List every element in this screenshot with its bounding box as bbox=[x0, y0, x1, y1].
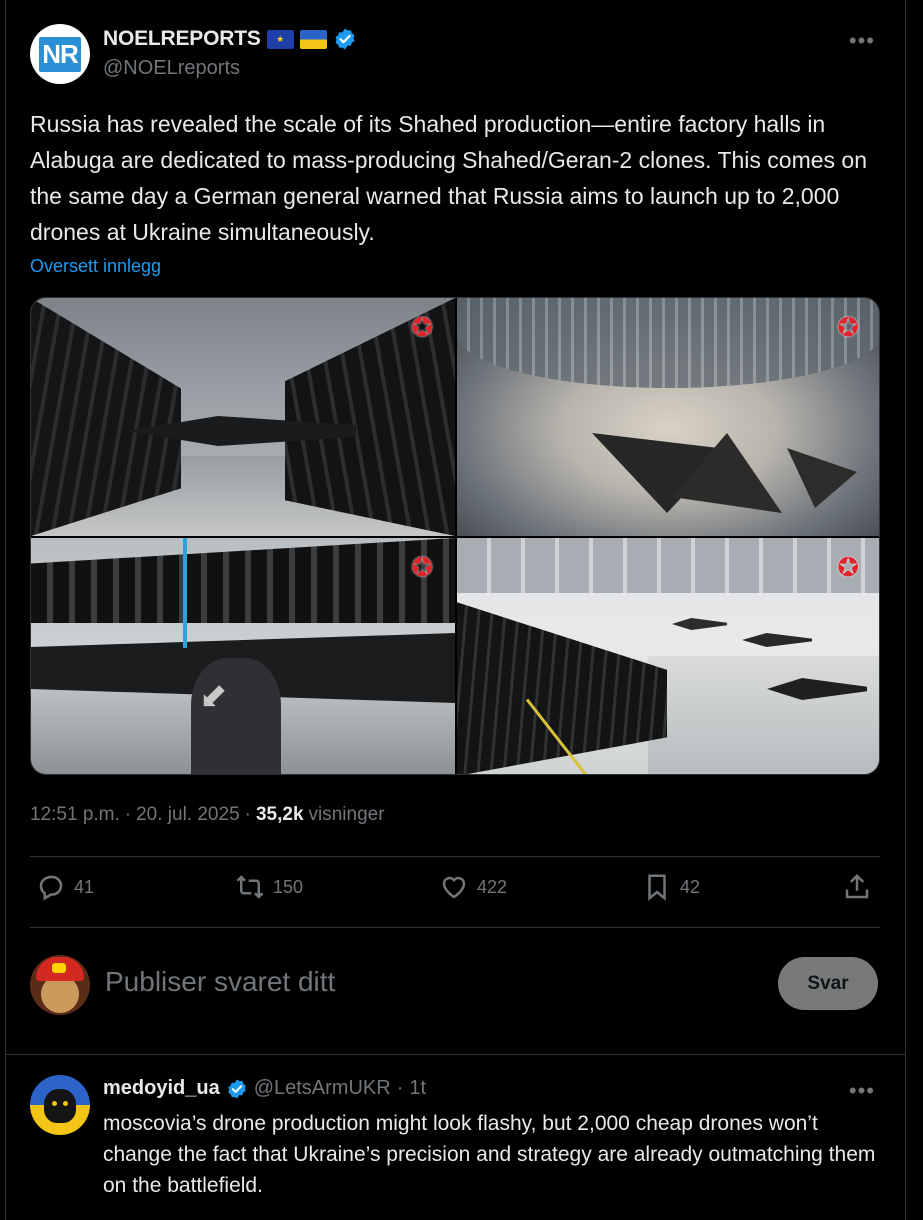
translate-post-link[interactable]: Oversett innlegg bbox=[30, 256, 161, 277]
share-action[interactable] bbox=[842, 872, 872, 902]
reply-input[interactable]: Publiser svaret ditt bbox=[105, 966, 335, 998]
meta-separator: · bbox=[124, 804, 132, 825]
verified-badge-icon bbox=[335, 28, 355, 50]
avatar-logo-text: NR bbox=[39, 36, 81, 72]
zvezda-logo-icon: ✪ bbox=[837, 312, 859, 342]
reply-count: 41 bbox=[74, 876, 95, 897]
reply-author-handle[interactable]: @LetsArmUKR bbox=[254, 1077, 391, 1100]
media-grid: ✪ ✪ ⬋ ✪ ✪ bbox=[30, 297, 880, 775]
repost-count: 150 bbox=[273, 876, 304, 897]
reply-more-options-icon[interactable]: ••• bbox=[849, 1078, 875, 1104]
author-name-row: NOELREPORTS ★ bbox=[103, 27, 357, 51]
media-photo-1[interactable]: ✪ bbox=[31, 298, 455, 536]
tweet-metadata: 12:51 p.m. · 20. jul. 2025 · 35,2k visni… bbox=[30, 804, 385, 826]
verified-badge-icon bbox=[227, 1078, 246, 1099]
reply-icon bbox=[39, 875, 63, 901]
author-avatar[interactable]: NR bbox=[30, 24, 90, 84]
divider bbox=[30, 856, 880, 857]
action-bar: 41 150 422 42 bbox=[30, 872, 880, 914]
tweet-date[interactable]: 20. jul. 2025 bbox=[136, 804, 240, 826]
zvezda-logo-icon: ✪ bbox=[411, 312, 433, 342]
tweet-text: Russia has revealed the scale of its Sha… bbox=[30, 111, 868, 245]
ukraine-flag-icon bbox=[299, 29, 327, 49]
like-count: 422 bbox=[477, 876, 508, 897]
author-handle[interactable]: @NOELreports bbox=[103, 57, 240, 80]
author-display-name[interactable]: NOELREPORTS bbox=[103, 27, 261, 51]
media-photo-2[interactable]: ✪ bbox=[457, 298, 879, 536]
reply-author-name[interactable]: medoyid_ua bbox=[103, 1077, 220, 1100]
tweet-time[interactable]: 12:51 p.m. bbox=[30, 804, 120, 826]
zvezda-logo-icon: ✪ bbox=[411, 552, 433, 582]
reply-text: moscovia’s drone production might look f… bbox=[103, 1112, 876, 1197]
like-action[interactable]: 422 bbox=[439, 872, 507, 902]
meta-separator: · bbox=[244, 804, 251, 825]
media-photo-4[interactable]: ✪ bbox=[457, 538, 879, 774]
media-photo-3[interactable]: ⬋ ✪ bbox=[31, 538, 455, 774]
more-options-icon[interactable]: ••• bbox=[849, 28, 875, 54]
bookmark-icon bbox=[648, 874, 666, 901]
reply-time[interactable]: 1t bbox=[409, 1077, 426, 1100]
current-user-avatar[interactable] bbox=[30, 955, 90, 1015]
share-icon bbox=[845, 873, 869, 899]
bookmark-action[interactable]: 42 bbox=[642, 872, 700, 902]
divider bbox=[5, 1054, 906, 1055]
repost-action[interactable]: 150 bbox=[235, 872, 303, 902]
repost-icon bbox=[236, 875, 264, 899]
views-count: 35,2k bbox=[255, 804, 304, 825]
bookmark-count: 42 bbox=[680, 876, 701, 897]
reply-submit-button[interactable]: Svar bbox=[778, 957, 878, 1010]
reply-author-avatar[interactable] bbox=[30, 1075, 90, 1135]
heart-icon bbox=[442, 876, 466, 899]
reply-author-row: medoyid_ua @LetsArmUKR · 1t bbox=[103, 1077, 426, 1100]
eu-flag-icon: ★ bbox=[266, 29, 294, 49]
zvezda-logo-icon: ✪ bbox=[837, 552, 859, 582]
reply-separator: · bbox=[396, 1077, 404, 1099]
reply-action[interactable]: 41 bbox=[36, 872, 94, 902]
divider bbox=[30, 927, 880, 928]
views-label: visninger bbox=[308, 804, 385, 825]
